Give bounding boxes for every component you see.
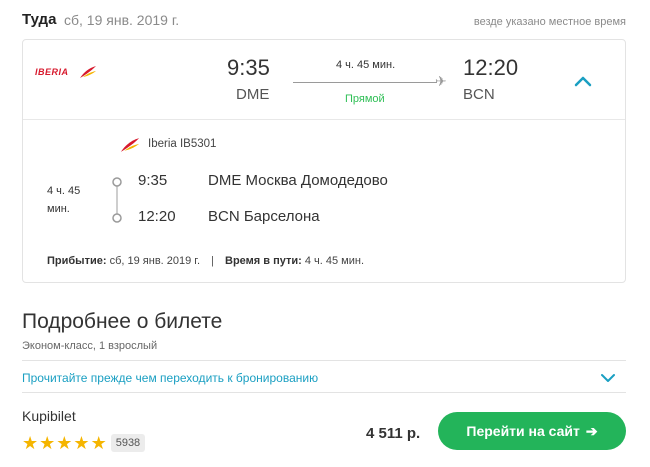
- local-time-note: везде указано местное время: [473, 16, 626, 28]
- iberia-wing-icon: [80, 66, 96, 78]
- arrival-code: BCN: [463, 86, 495, 103]
- flight-duration: 4 ч. 45 мин.: [336, 59, 396, 71]
- go-to-site-button[interactable]: Перейти на сайт ➔: [438, 412, 626, 450]
- segment-duration-line1: 4 ч. 45: [47, 185, 81, 197]
- direction-label: Туда: [22, 11, 57, 28]
- segment-arrival-airport: BCN Барселона: [208, 208, 320, 225]
- travel-time-value: 4 ч. 45 мин.: [304, 255, 365, 267]
- segment-arrival-time: 12:20: [138, 208, 176, 225]
- arrow-right-icon: ➔: [585, 422, 598, 439]
- flight-summary: Прибытие: сб, 19 янв. 2019 г. | Время в …: [47, 255, 364, 267]
- direct-flight-label: Прямой: [345, 93, 385, 105]
- chevron-up-icon[interactable]: [573, 74, 593, 88]
- read-before-booking-link[interactable]: Прочитайте прежде чем переходить к брони…: [22, 371, 318, 385]
- ticket-class: Эконом-класс, 1 взрослый: [22, 340, 158, 352]
- segment-departure-time: 9:35: [138, 172, 168, 189]
- flight-date: сб, 19 янв. 2019 г.: [64, 12, 180, 28]
- segment-departure-airport: DME Москва Домодедово: [208, 172, 388, 189]
- departure-code: DME: [236, 86, 270, 103]
- reviews-count: 5938: [110, 434, 146, 452]
- arrival-value: сб, 19 янв. 2019 г.: [109, 255, 201, 267]
- arrival-label: Прибытие:: [47, 255, 107, 267]
- star-icon: ★: [56, 433, 73, 453]
- departure-time: 9:35: [227, 55, 270, 80]
- go-to-site-label: Перейти на сайт: [466, 423, 580, 439]
- arrival-time: 12:20: [463, 55, 519, 80]
- agency-rating: ★ ★ ★ ★ ★ 5938: [22, 433, 146, 453]
- plane-icon: ✈: [435, 73, 447, 89]
- star-icon: ★: [90, 433, 107, 453]
- iberia-wing-icon: [119, 137, 141, 158]
- flight-card: IBERIA 9:35 DME 4 ч. 45 мин. ✈ Прямой 12…: [22, 39, 626, 283]
- ticket-price: 4 511 р.: [366, 425, 421, 442]
- iberia-logo-text: IBERIA: [35, 67, 69, 77]
- segment-duration-line2: мин.: [47, 203, 70, 215]
- segment-duration: 4 ч. 45 мин.: [47, 182, 80, 218]
- chevron-down-icon[interactable]: [600, 371, 616, 383]
- route-line: [293, 82, 437, 83]
- segment-airline: Iberia IB5301: [148, 138, 217, 150]
- iberia-logo: IBERIA: [35, 65, 97, 81]
- summary-separator: |: [211, 255, 214, 267]
- segment-timeline: [111, 176, 123, 224]
- star-icon: ★: [39, 433, 56, 453]
- divider: [22, 360, 626, 361]
- agency-name: Kupibilet: [22, 408, 76, 424]
- ticket-details-title: Подробнее о билете: [22, 310, 223, 333]
- travel-time-label: Время в пути:: [225, 255, 302, 267]
- star-icon: ★: [22, 433, 39, 453]
- divider: [22, 392, 626, 393]
- card-divider: [23, 119, 625, 120]
- star-icon: ★: [73, 433, 90, 453]
